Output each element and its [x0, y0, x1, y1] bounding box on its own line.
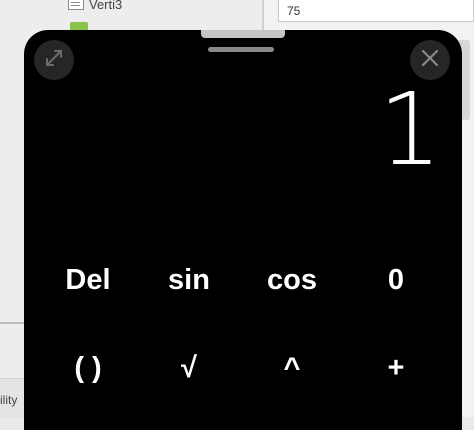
del-key[interactable]: Del: [48, 260, 128, 300]
zero-key[interactable]: 0: [356, 260, 436, 300]
arrangement-icon: [68, 0, 84, 10]
sqrt-key[interactable]: √: [149, 348, 229, 388]
sin-key[interactable]: sin: [149, 260, 229, 300]
close-icon: [420, 48, 440, 73]
drag-handle-top[interactable]: [201, 30, 285, 38]
power-key[interactable]: ^: [252, 348, 332, 388]
divider-line: [0, 322, 24, 324]
calculator-display: 1: [378, 71, 442, 188]
property-input[interactable]: 75: [278, 0, 474, 22]
tree-item-label: Verti3: [89, 0, 123, 12]
plus-key[interactable]: +: [356, 348, 436, 388]
expand-icon: [43, 47, 65, 74]
expand-button[interactable]: [34, 40, 74, 80]
drag-handle-bar[interactable]: [208, 47, 274, 52]
bottom-label: ility: [0, 393, 18, 407]
bottom-strip: ility: [0, 378, 24, 418]
cos-key[interactable]: cos: [252, 260, 332, 300]
parentheses-key[interactable]: ( ): [48, 348, 128, 388]
tree-item-verti3[interactable]: Verti3: [68, 0, 122, 12]
calculator-panel: 1 Del sin cos 0 ( ) √ ^ +: [24, 30, 462, 430]
